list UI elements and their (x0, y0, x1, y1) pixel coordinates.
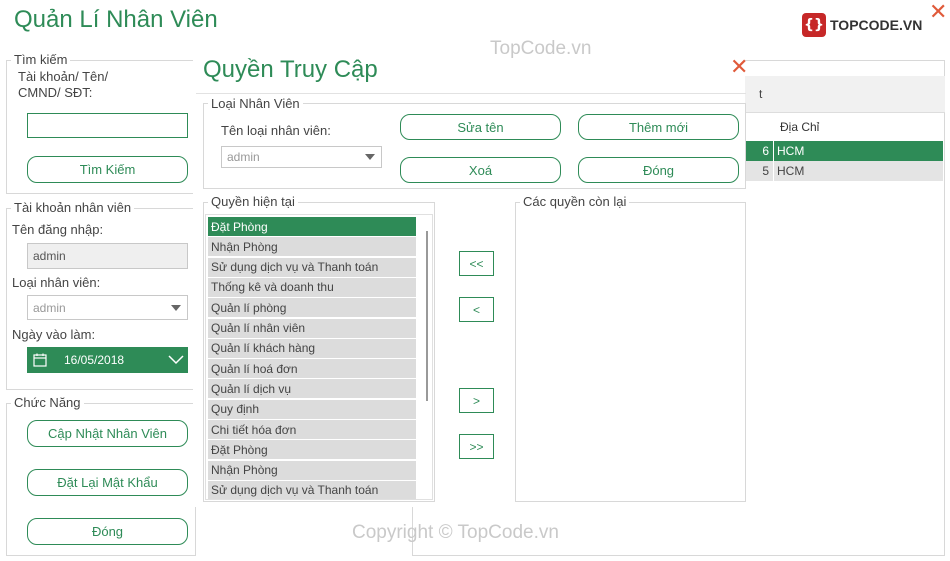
remaining-permissions-legend: Các quyền còn lại (520, 194, 630, 209)
grid-header-partial: t (759, 87, 763, 101)
username-field[interactable]: admin (27, 243, 188, 269)
table-row[interactable]: 6 HCM (745, 141, 943, 161)
edit-name-button[interactable]: Sửa tên (400, 114, 561, 140)
employee-type-name-label: Tên loại nhân viên: (221, 123, 331, 138)
dialog-title: Quyền Truy Cập (203, 56, 378, 83)
current-permissions-list[interactable]: Đặt Phòng Nhận Phòng Sử dụng dịch vụ và Th… (205, 214, 433, 500)
window-close-icon[interactable]: ✕ (929, 1, 947, 23)
account-legend: Tài khoản nhân viên (11, 200, 135, 215)
current-permissions-legend: Quyền hiện tại (208, 194, 298, 209)
remaining-permissions-group[interactable] (515, 202, 746, 502)
dialog-title-divider (196, 93, 746, 94)
employee-type-name-select[interactable]: admin (221, 146, 382, 168)
list-item[interactable]: Quy định (208, 399, 416, 419)
move-all-left-button[interactable]: << (459, 251, 494, 276)
list-item[interactable]: Sử dụng dịch vụ và Thanh toán (208, 257, 416, 277)
chevron-down-icon[interactable] (168, 355, 184, 365)
search-legend: Tìm kiếm (11, 52, 71, 67)
move-right-button[interactable]: > (459, 388, 494, 413)
chevron-down-icon (365, 154, 375, 160)
delete-button[interactable]: Xoá (400, 157, 561, 183)
dialog-close-icon[interactable]: ✕ (730, 56, 748, 78)
table-row[interactable]: 5 HCM (745, 161, 943, 181)
grid-header: t (745, 76, 945, 113)
list-item[interactable]: Đặt Phòng (208, 440, 416, 460)
update-employee-button[interactable]: Cập Nhật Nhân Viên (27, 420, 188, 447)
list-item[interactable]: Sử dụng dịch vụ và Thanh toán (208, 480, 416, 499)
logo: {} TOPCODE.VN (802, 12, 930, 38)
search-input[interactable] (27, 113, 188, 138)
dialog-close-button[interactable]: Đóng (578, 157, 739, 183)
search-label-line2: CMND/ SĐT: (18, 85, 93, 100)
list-item[interactable]: Quản lí dịch vụ (208, 379, 416, 399)
start-date-picker[interactable]: 16/05/2018 (27, 347, 188, 373)
employee-type-label: Loại nhân viên: (12, 275, 101, 290)
chevron-down-icon (171, 304, 181, 311)
list-item[interactable]: Quản lí nhân viên (208, 318, 416, 338)
calendar-icon (33, 353, 47, 367)
window-title: Quản Lí Nhân Viên (14, 6, 218, 33)
list-item[interactable]: Quản lí hoá đơn (208, 359, 416, 379)
reset-password-button[interactable]: Đặt Lại Mật Khẩu (27, 469, 188, 496)
list-item[interactable]: Thống kê và doanh thu (208, 277, 416, 297)
watermark-top: TopCode.vn (490, 38, 592, 59)
add-new-button[interactable]: Thêm mới (578, 114, 739, 140)
watermark-bottom: Copyright © TopCode.vn (352, 522, 559, 543)
functions-legend: Chức Năng (11, 395, 84, 410)
logo-icon: {} (802, 13, 826, 37)
grid-column-header-address[interactable]: Địa Chỉ (780, 120, 819, 134)
search-button[interactable]: Tìm Kiếm (27, 156, 188, 183)
scrollbar[interactable] (426, 231, 428, 401)
list-item[interactable]: Chi tiết hóa đơn (208, 420, 416, 439)
search-label-line1: Tài khoản/ Tên/ (18, 69, 109, 84)
list-item[interactable]: Quản lí khách hàng (208, 338, 416, 358)
move-left-button[interactable]: < (459, 297, 494, 322)
username-label: Tên đăng nhập: (12, 222, 104, 237)
close-button[interactable]: Đóng (27, 518, 188, 545)
start-date-label: Ngày vào làm: (12, 327, 96, 342)
start-date-value: 16/05/2018 (64, 353, 125, 367)
list-item[interactable]: Đặt Phòng (208, 217, 416, 236)
list-item[interactable]: Nhận Phòng (208, 237, 416, 257)
list-item[interactable]: Nhận Phòng (208, 460, 416, 480)
employee-type-select[interactable]: admin (27, 295, 188, 320)
logo-text: TOPCODE.VN (830, 17, 923, 33)
list-item[interactable]: Quản lí phòng (208, 298, 416, 318)
move-all-right-button[interactable]: >> (459, 434, 494, 459)
employee-type-legend: Loại Nhân Viên (208, 96, 303, 111)
